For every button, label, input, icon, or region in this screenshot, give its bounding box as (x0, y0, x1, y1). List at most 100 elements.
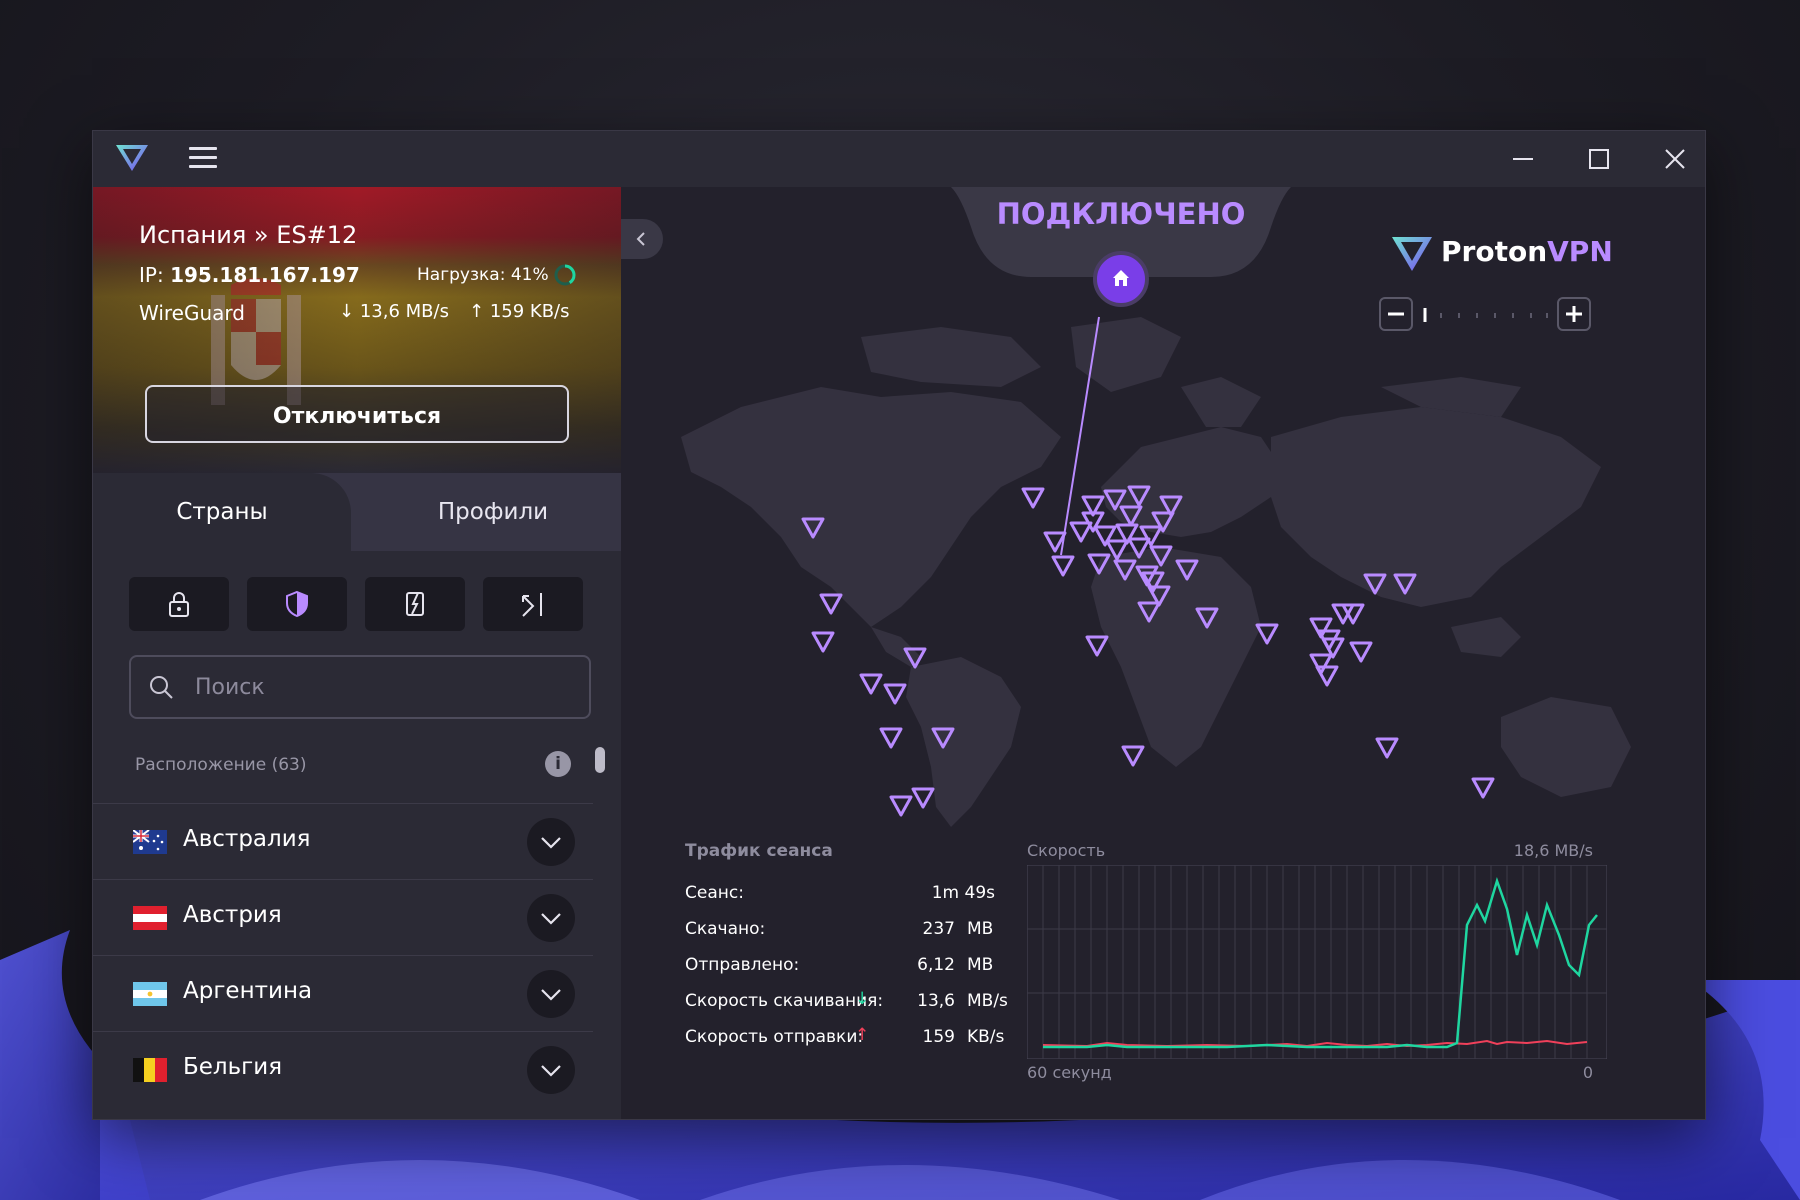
chevron-down-icon (541, 913, 561, 925)
protonvpn-logo-icon (1392, 237, 1432, 271)
chevron-left-icon (636, 232, 645, 246)
minus-icon (1388, 312, 1404, 316)
country-name: Австрия (183, 902, 282, 928)
session-label: Сеанс: (685, 883, 744, 903)
arrow-up-icon: ↑ (469, 301, 485, 322)
expand-argentina-button[interactable] (527, 970, 575, 1018)
speed-chart-zero: 0 (1582, 1063, 1593, 1082)
p2p-filter-button[interactable] (365, 577, 465, 631)
uploaded-label: Отправлено: (685, 955, 800, 975)
disconnect-button[interactable]: Отключиться (145, 385, 569, 443)
download-speed-value: 13,6 MB/s (359, 301, 449, 322)
country-row-belgium[interactable]: Бельгия (93, 1031, 593, 1108)
world-map[interactable] (621, 187, 1705, 827)
speed-chart-time: 60 секунд (1027, 1063, 1112, 1082)
tor-icon (522, 593, 542, 617)
belgium-flag-icon (133, 1058, 167, 1082)
upload-speed: ↑ 159 KB/s (469, 301, 570, 322)
scrollbar-thumb[interactable] (595, 747, 605, 773)
locations-count: Расположение (63) (135, 755, 307, 775)
country-name: Бельгия (183, 1054, 283, 1080)
argentina-flag-icon (133, 982, 167, 1006)
expand-australia-button[interactable] (527, 818, 575, 866)
tab-countries[interactable]: Страны (93, 473, 351, 551)
ip-label: IP: (139, 263, 164, 287)
arrow-down-icon: ↓ (339, 301, 355, 322)
chevron-down-icon (541, 989, 561, 1001)
uploaded-unit: MB (967, 955, 994, 975)
arrow-down-icon: ↓ (855, 989, 870, 1009)
search-box[interactable] (129, 655, 591, 719)
country-name: Австралия (183, 826, 311, 852)
download-rate-value: 13,6 (917, 991, 955, 1011)
expand-belgium-button[interactable] (527, 1046, 575, 1094)
info-icon[interactable]: i (545, 751, 571, 777)
country-row-australia[interactable]: Австралия (93, 803, 593, 880)
chevron-down-icon (541, 837, 561, 849)
download-rate-unit: MB/s (967, 991, 1008, 1011)
secure-core-filter-button[interactable] (129, 577, 229, 631)
minimize-button[interactable] (1493, 131, 1553, 187)
austria-flag-icon (133, 906, 167, 930)
proton-logo-icon (116, 145, 148, 171)
server-name: Испания » ES#12 (139, 221, 358, 249)
netshield-filter-button[interactable] (247, 577, 347, 631)
session-traffic-title: Трафик сеанса (685, 841, 833, 861)
downloaded-value: 237 (922, 919, 955, 939)
downloaded-unit: MB (967, 919, 994, 939)
brand-proton: Proton (1441, 235, 1548, 268)
zoom-out-button[interactable] (1379, 297, 1413, 331)
collapse-sidebar-button[interactable] (621, 219, 663, 259)
australia-flag-icon (133, 830, 167, 854)
shield-icon (286, 590, 308, 618)
upload-rate-unit: KB/s (967, 1027, 1005, 1047)
speed-chart-label: Скорость (1027, 841, 1106, 860)
brand-wordmark: ProtonVPN (1441, 235, 1613, 268)
download-speed: ↓ 13,6 MB/s (339, 301, 449, 322)
home-icon (1113, 270, 1129, 286)
upload-rate-label: Скорость отправки: (685, 1027, 864, 1047)
search-input[interactable] (193, 669, 577, 705)
home-location-button[interactable] (1093, 251, 1149, 307)
plus-icon (1566, 306, 1582, 322)
speed-chart (1027, 865, 1607, 1059)
p2p-icon (406, 592, 424, 616)
sidebar: Испания » ES#12 IP: 195.181.167.197 Нагр… (93, 187, 621, 1119)
lock-icon (169, 592, 189, 617)
maximize-icon (1589, 149, 1609, 169)
ip-value: 195.181.167.197 (170, 263, 360, 287)
country-name: Аргентина (183, 978, 313, 1004)
zoom-slider[interactable] (1421, 305, 1551, 325)
expand-austria-button[interactable] (527, 894, 575, 942)
country-row-austria[interactable]: Австрия (93, 879, 593, 956)
brand-vpn: VPN (1547, 235, 1613, 268)
tab-bar: Страны Профили (93, 473, 621, 551)
downloaded-label: Скачано: (685, 919, 766, 939)
hamburger-icon[interactable] (189, 147, 217, 171)
title-bar (93, 131, 1705, 187)
server-load: Нагрузка: 41% (417, 265, 549, 285)
uploaded-value: 6,12 (917, 955, 955, 975)
main-panel: ПОДКЛЮЧЕНО ProtonVPN Трафик сеанса Сеанс… (621, 187, 1705, 1119)
tab-profiles[interactable]: Профили (393, 473, 593, 551)
upload-rate-value: 159 (922, 1027, 955, 1047)
protocol-name: WireGuard (139, 301, 245, 325)
maximize-button[interactable] (1569, 131, 1629, 187)
connection-panel: Испания » ES#12 IP: 195.181.167.197 Нагр… (93, 187, 621, 473)
scrollbar[interactable] (593, 747, 607, 1107)
chevron-down-icon (541, 1065, 561, 1077)
country-row-argentina[interactable]: Аргентина (93, 955, 593, 1032)
upload-speed-value: 159 KB/s (489, 301, 570, 322)
zoom-in-button[interactable] (1557, 297, 1591, 331)
ip-address: IP: 195.181.167.197 (139, 263, 360, 287)
close-icon (1665, 149, 1685, 169)
search-icon (150, 676, 173, 699)
minimize-icon (1513, 158, 1533, 160)
session-value: 1m 49s (931, 883, 995, 903)
tor-filter-button[interactable] (483, 577, 583, 631)
speed-chart-max: 18,6 MB/s (1513, 841, 1593, 860)
connection-status: ПОДКЛЮЧЕНО (996, 197, 1246, 231)
arrow-up-icon: ↑ (855, 1025, 870, 1045)
vpn-window: Испания » ES#12 IP: 195.181.167.197 Нагр… (92, 130, 1706, 1120)
close-button[interactable] (1645, 131, 1705, 187)
